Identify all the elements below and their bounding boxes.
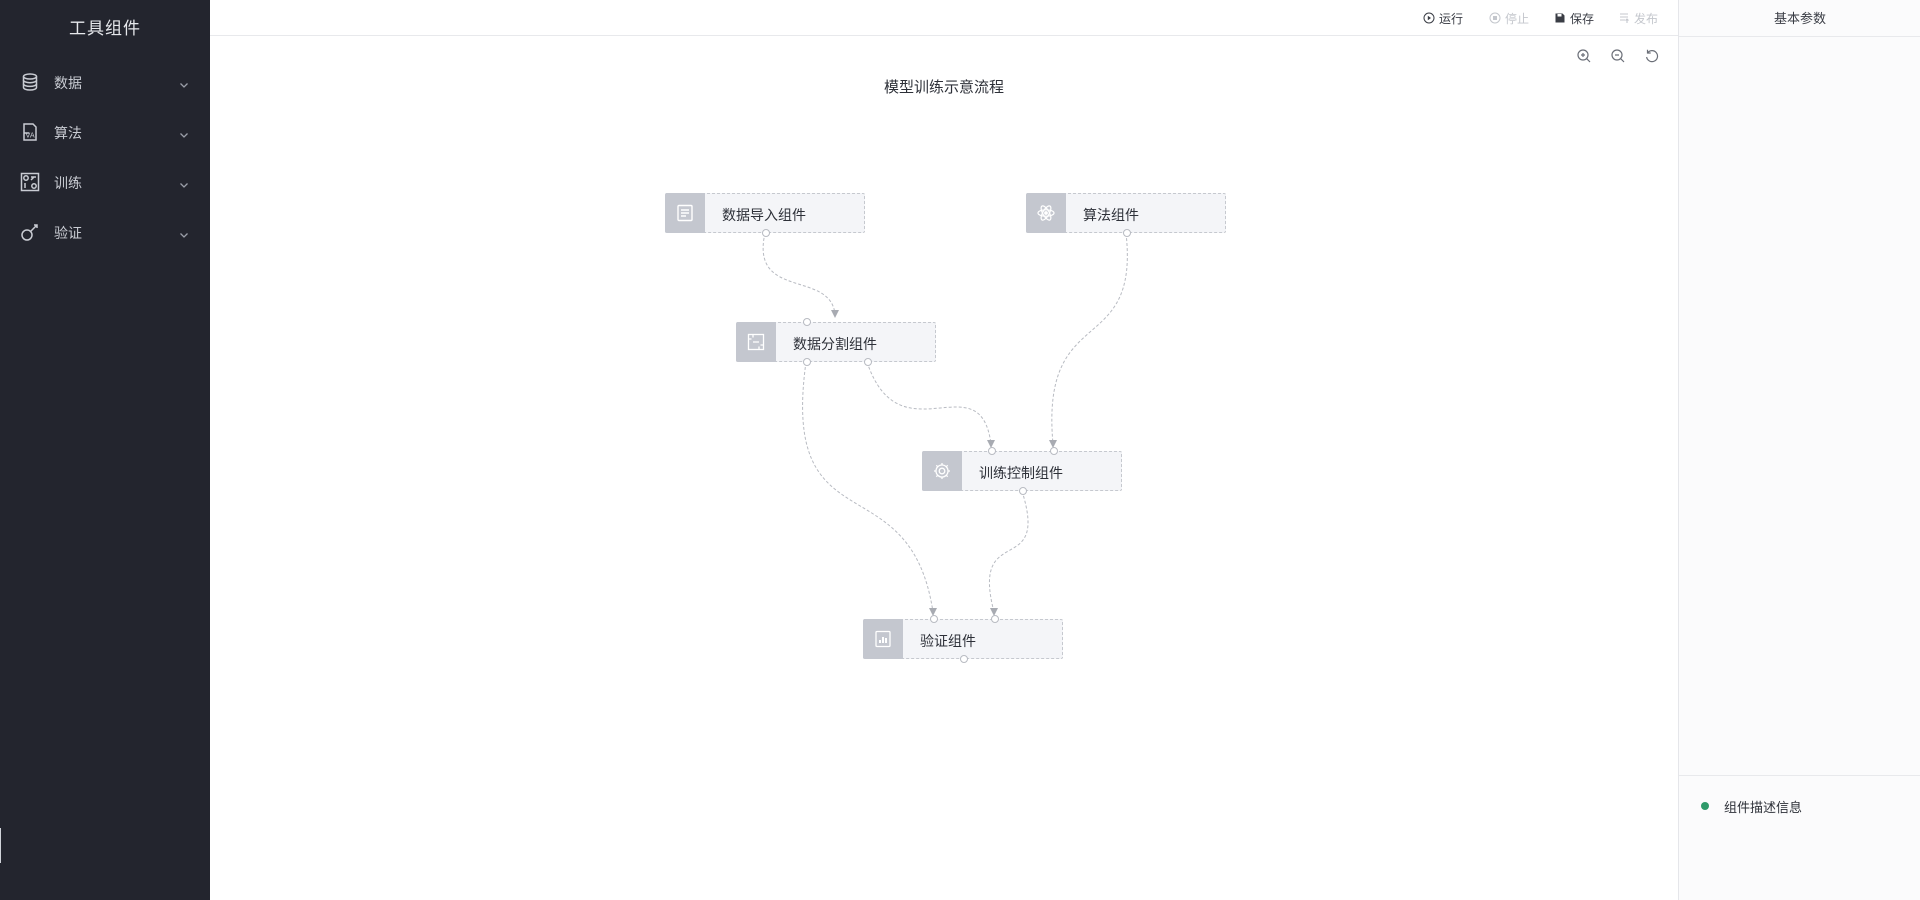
sidebar-item-label: 算法 xyxy=(54,126,82,142)
divider xyxy=(1679,775,1920,776)
node-label: 算法组件 xyxy=(1083,208,1139,224)
arrow-head xyxy=(831,310,839,318)
validation-icon xyxy=(20,222,40,242)
edge-split-verify[interactable] xyxy=(802,361,934,613)
output-port[interactable] xyxy=(960,655,968,663)
flow-edges xyxy=(762,232,1128,616)
chevron-down-icon xyxy=(178,76,190,88)
input-port[interactable] xyxy=(1050,447,1058,455)
input-port[interactable] xyxy=(803,318,811,326)
node-training-control[interactable]: 训练控制组件 xyxy=(922,447,1122,495)
node-label: 验证组件 xyxy=(920,634,976,650)
edge-import-split[interactable] xyxy=(762,232,836,315)
sidebar-item-data[interactable]: 数据 xyxy=(0,62,210,102)
chevron-down-icon xyxy=(178,176,190,188)
report-icon xyxy=(863,619,903,659)
sidebar-item-label: 验证 xyxy=(54,226,82,242)
sidebar: 工具组件 数据 VA 算法 训练 验证 xyxy=(0,0,210,900)
gear-icon xyxy=(922,451,962,491)
sidebar-title: 工具组件 xyxy=(69,19,141,39)
database-icon xyxy=(20,72,40,92)
algorithm-icon: VA xyxy=(20,122,40,142)
edge-train-verify[interactable] xyxy=(989,490,1029,613)
edge-split-train[interactable] xyxy=(866,361,992,445)
panel-title: 基本参数 xyxy=(1773,12,1826,27)
output-port[interactable] xyxy=(803,358,811,366)
node-data-split[interactable]: 数据分割组件 xyxy=(736,318,936,366)
split-icon xyxy=(736,322,776,362)
atom-icon xyxy=(1026,193,1066,233)
properties-panel: 基本参数 组件描述信息 xyxy=(1678,0,1920,900)
component-description-label: 组件描述信息 xyxy=(1724,801,1803,816)
output-port[interactable] xyxy=(864,358,872,366)
output-port[interactable] xyxy=(762,229,770,237)
output-port[interactable] xyxy=(1019,487,1027,495)
node-data-import[interactable]: 数据导入组件 xyxy=(665,193,865,237)
document-icon xyxy=(665,193,705,233)
status-dot-icon xyxy=(1701,802,1709,810)
input-port[interactable] xyxy=(930,615,938,623)
chevron-down-icon xyxy=(178,226,190,238)
sidebar-item-validation[interactable]: 验证 xyxy=(0,212,210,252)
sidebar-item-algorithm[interactable]: VA 算法 xyxy=(0,112,210,152)
edge-algo-train[interactable] xyxy=(1051,232,1128,445)
training-icon xyxy=(20,172,40,192)
sidebar-resize-handle[interactable] xyxy=(0,828,1,863)
input-port[interactable] xyxy=(988,447,996,455)
sidebar-item-training[interactable]: 训练 xyxy=(0,162,210,202)
input-port[interactable] xyxy=(991,615,999,623)
sidebar-item-label: 数据 xyxy=(54,76,82,92)
flow-canvas[interactable]: 运行 停止 保存 发布 模型训练示意流程 数据导入组件 算法组件 数据分割组件 … xyxy=(210,0,1678,900)
divider xyxy=(1679,36,1920,37)
node-label: 训练控制组件 xyxy=(979,466,1063,482)
sidebar-item-label: 训练 xyxy=(54,176,82,192)
output-port[interactable] xyxy=(1123,229,1131,237)
node-label: 数据导入组件 xyxy=(722,208,806,224)
node-validation[interactable]: 验证组件 xyxy=(863,615,1063,663)
node-label: 数据分割组件 xyxy=(793,337,877,353)
chevron-down-icon xyxy=(178,126,190,138)
node-algorithm[interactable]: 算法组件 xyxy=(1026,193,1226,237)
